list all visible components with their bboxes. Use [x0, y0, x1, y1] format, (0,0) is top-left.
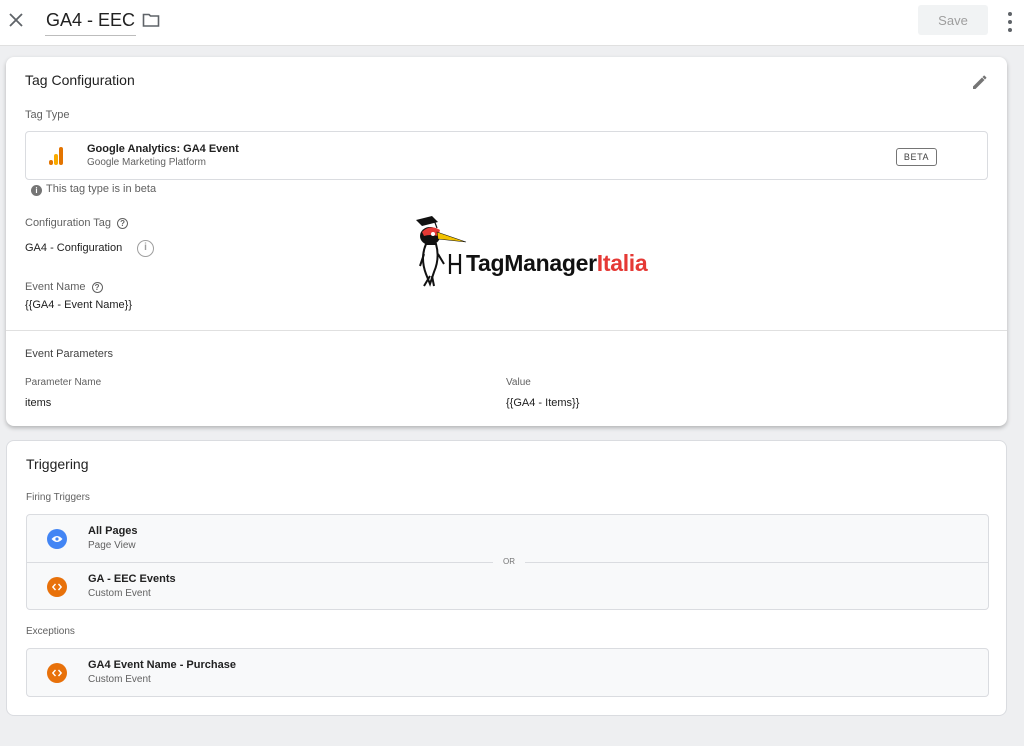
trigger-row[interactable]: All Pages Page View: [27, 515, 988, 562]
trigger-type: Page View: [88, 540, 136, 551]
code-icon: [47, 577, 67, 597]
trigger-type: Custom Event: [88, 674, 151, 685]
logo-text: TagManagerItalia: [466, 250, 648, 277]
logo-text-brand: TagManager: [466, 250, 597, 276]
eye-icon: [47, 529, 67, 549]
close-icon[interactable]: [7, 11, 25, 29]
event-name-label: Event Name?: [25, 281, 103, 293]
card-title: Tag Configuration: [25, 72, 135, 88]
help-icon[interactable]: ?: [117, 217, 129, 229]
save-button[interactable]: Save: [918, 5, 988, 35]
event-parameters-label: Event Parameters: [25, 348, 114, 360]
tag-title-input[interactable]: GA4 - EEC: [45, 8, 137, 36]
card-title: Triggering: [26, 456, 89, 472]
folder-icon[interactable]: [142, 12, 160, 28]
parameter-value-header: Value: [506, 377, 531, 388]
event-name-label-text: Event Name: [25, 281, 86, 293]
firing-triggers-list: All Pages Page View OR GA - EEC Events C…: [26, 514, 989, 610]
parameter-name-header: Parameter Name: [25, 377, 102, 388]
parameter-name-cell: items: [25, 397, 52, 409]
info-icon[interactable]: i: [137, 240, 154, 257]
tag-type-box: Google Analytics: GA4 Event Google Marke…: [25, 131, 988, 180]
code-icon: [47, 663, 67, 683]
trigger-name: GA4 Event Name - Purchase: [88, 659, 236, 671]
trigger-row[interactable]: GA4 Event Name - Purchase Custom Event: [27, 649, 988, 696]
edit-pencil-icon[interactable]: [971, 73, 989, 91]
configuration-tag-label: Configuration Tag?: [25, 217, 129, 229]
triggering-card[interactable]: Triggering Firing Triggers All Pages Pag…: [6, 440, 1007, 716]
parameter-value-cell: {{GA4 - Items}}: [506, 397, 580, 409]
beta-badge: BETA: [896, 148, 937, 166]
logo-text-italia: Italia: [596, 250, 648, 276]
woodpecker-icon: [416, 216, 467, 287]
beta-note-text: This tag type is in beta: [46, 183, 157, 195]
event-name-value: {{GA4 - Event Name}}: [25, 299, 133, 311]
tag-type-subtitle: Google Marketing Platform: [87, 157, 206, 168]
exceptions-list: GA4 Event Name - Purchase Custom Event: [26, 648, 989, 697]
top-bar: GA4 - EEC Save: [0, 0, 1024, 46]
divider: [6, 330, 1007, 331]
tagmanageritalia-logo: TagManagerItalia: [410, 214, 690, 288]
firing-triggers-label: Firing Triggers: [26, 492, 90, 503]
exceptions-label: Exceptions: [26, 626, 75, 637]
trigger-row[interactable]: GA - EEC Events Custom Event: [27, 563, 988, 610]
configuration-tag-value: GA4 - Configuration: [25, 242, 123, 254]
google-analytics-icon: [49, 147, 65, 165]
trigger-type: Custom Event: [88, 588, 151, 599]
trigger-name: All Pages: [88, 525, 138, 537]
beta-note: i This tag type is in beta: [31, 183, 156, 196]
more-vert-icon[interactable]: [1005, 12, 1015, 32]
tag-type-name: Google Analytics: GA4 Event: [87, 143, 239, 155]
trigger-name: GA - EEC Events: [88, 573, 176, 585]
configuration-tag-label-text: Configuration Tag: [25, 217, 112, 229]
tag-type-label: Tag Type: [25, 109, 70, 121]
info-icon: i: [31, 185, 42, 196]
help-icon[interactable]: ?: [91, 281, 103, 293]
